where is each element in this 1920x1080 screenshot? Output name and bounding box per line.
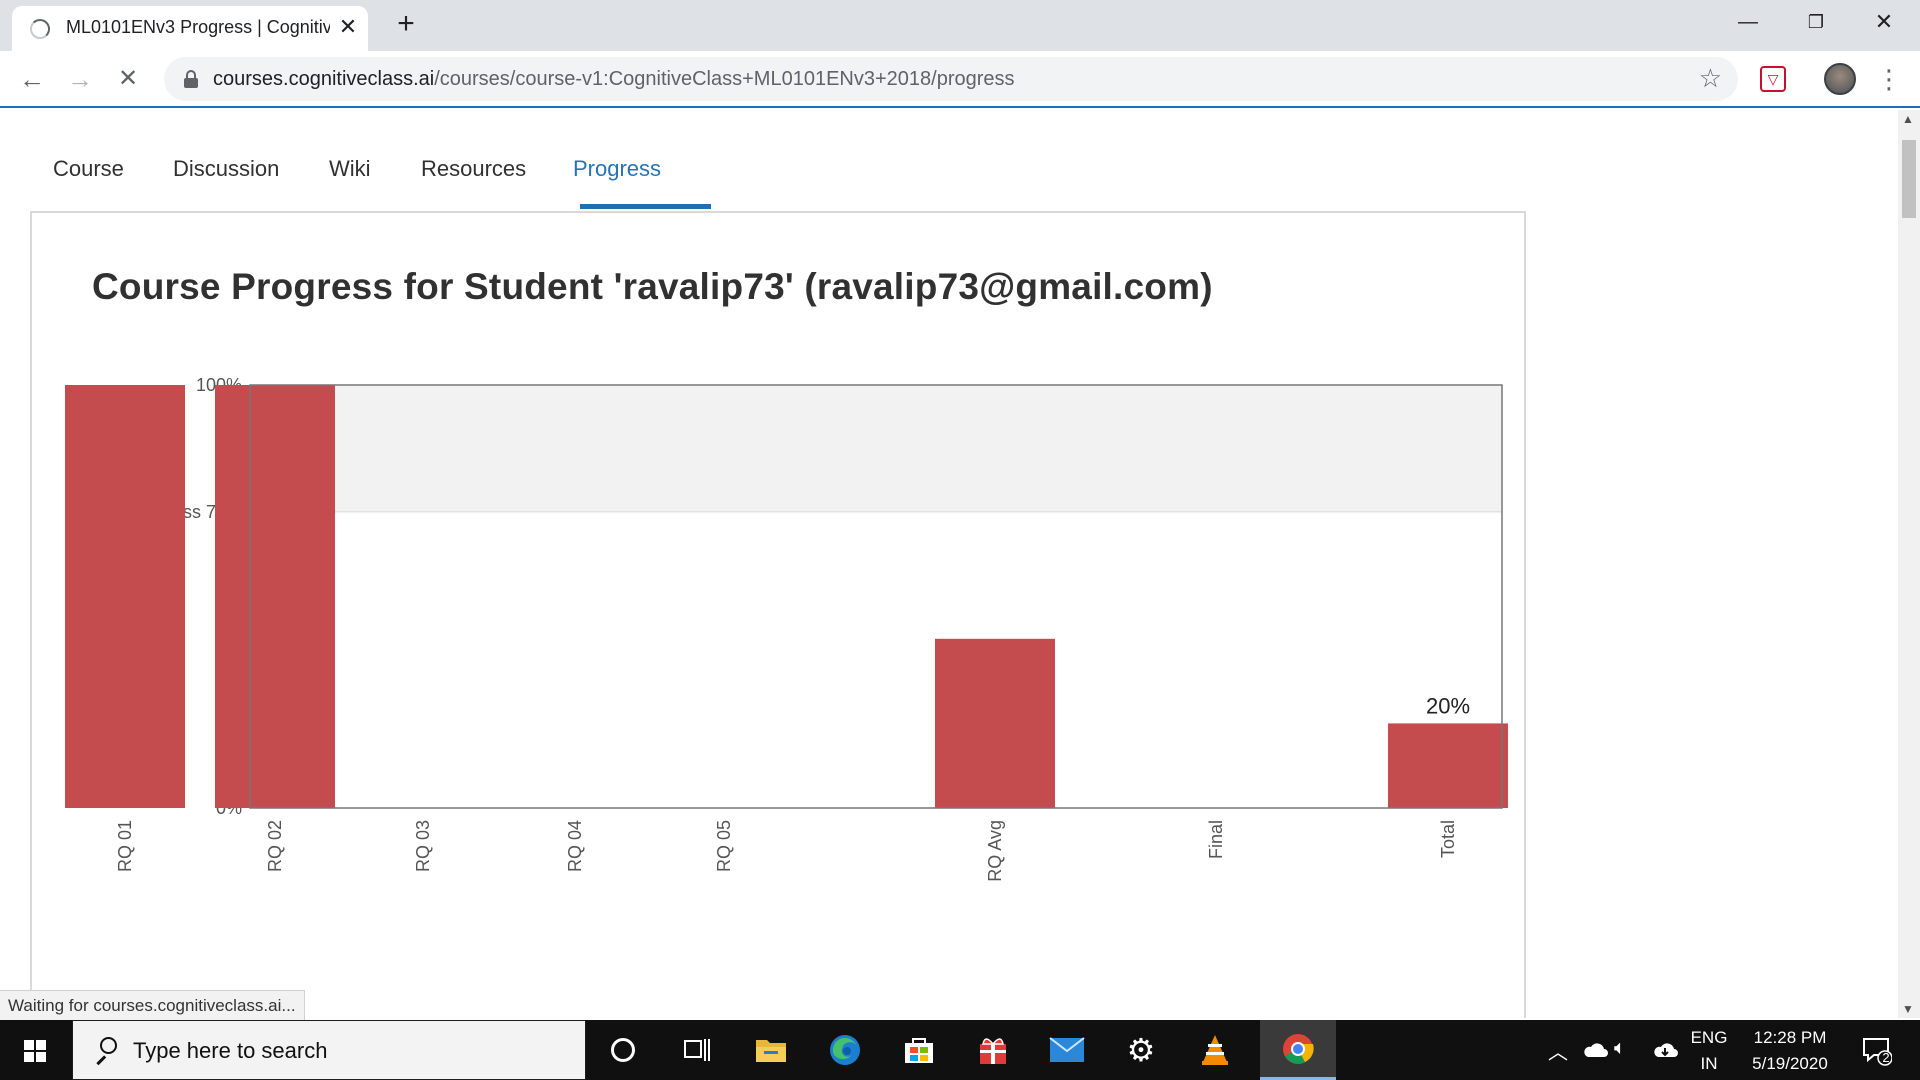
store-icon[interactable] [882,1020,956,1080]
bookmark-star-icon[interactable]: ☆ [1699,63,1722,94]
notification-center-icon[interactable]: 2 [1852,1020,1902,1080]
search-placeholder: Type here to search [133,1038,328,1063]
settings-icon[interactable]: ⚙ [1104,1020,1178,1080]
active-tab-indicator [580,204,711,209]
url-path: /courses/course-v1:CognitiveClass+ML0101… [434,68,1015,90]
screen: ML0101ENv3 Progress | Cognitive ✕ + — ❐ … [0,0,1920,1080]
x-tick-label: RQ 03 [413,820,433,872]
mail-icon[interactable] [1030,1020,1104,1080]
page-content: Course Discussion Wiki Resources Progres… [0,110,1898,1018]
tab-progress[interactable]: Progress [573,156,661,182]
start-button[interactable] [0,1020,70,1080]
tab-resources[interactable]: Resources [421,156,526,182]
url-host: courses.cognitiveclass.ai [213,68,435,90]
x-tick-label: RQ 04 [565,820,585,872]
x-tick-label: Final [1206,820,1226,859]
clock-time[interactable]: 12:28 PM [1740,1028,1840,1048]
bar-total [1388,723,1508,808]
window-close-icon[interactable]: ✕ [1854,4,1914,40]
show-hidden-icons-icon[interactable]: ︿ [1540,1020,1580,1080]
progress-panel: Course Progress for Student 'ravalip73' … [30,211,1526,1018]
chrome-icon[interactable] [1260,1020,1336,1080]
progress-bar-chart: 100%Pass 70%0%RQ 01RQ 02RQ 03RQ 04RQ 05R… [65,375,1508,882]
lock-icon [184,70,198,88]
browser-tab[interactable]: ML0101ENv3 Progress | Cognitive ✕ [12,6,368,51]
loading-status-bubble: Waiting for courses.cognitiveclass.ai... [0,990,305,1020]
gift-icon[interactable] [956,1020,1030,1080]
bar-rq-02 [215,385,335,808]
notification-count: 2 [1882,1050,1890,1065]
extension-icon[interactable]: ▽ [1760,66,1786,92]
scroll-up-arrow-icon[interactable]: ▲ [1902,112,1914,126]
language-code[interactable]: ENG [1684,1028,1734,1048]
browser-toolbar: ← → ✕ courses.cognitiveclass.ai/courses/… [0,51,1920,108]
pass-band [250,385,1502,512]
tab-course[interactable]: Course [53,156,124,182]
windows-logo-icon [24,1040,46,1062]
data-label: 20% [1426,693,1470,718]
x-tick-label: RQ Avg [985,820,1005,882]
onedrive-icon[interactable] [1578,1020,1612,1080]
tab-discussion[interactable]: Discussion [173,156,279,182]
restore-icon[interactable]: ❐ [1786,4,1846,40]
minimize-icon[interactable]: — [1718,4,1778,40]
x-tick-label: RQ 05 [714,820,734,872]
browser-tab-strip: ML0101ENv3 Progress | Cognitive ✕ + — ❐ … [0,0,1920,51]
profile-avatar[interactable] [1824,63,1856,95]
task-view-icon[interactable] [660,1020,734,1080]
browser-menu-icon[interactable]: ⋮ [1876,61,1902,97]
edge-icon[interactable] [808,1020,882,1080]
address-bar[interactable]: courses.cognitiveclass.ai/courses/course… [164,57,1738,101]
scroll-thumb[interactable] [1902,140,1916,218]
tab-wiki[interactable]: Wiki [329,156,371,182]
volume-icon[interactable]: 🔈︎ [1612,1020,1642,1080]
search-icon [91,1035,121,1065]
page-scrollbar[interactable]: ▲ ▼ [1898,110,1920,1018]
file-explorer-icon[interactable] [734,1020,808,1080]
close-tab-icon[interactable]: ✕ [337,15,359,39]
language-region[interactable]: IN [1684,1054,1734,1074]
x-tick-label: RQ 02 [265,820,285,872]
url-text[interactable]: courses.cognitiveclass.ai/courses/course… [213,68,1015,91]
back-arrow-icon[interactable]: ← [14,61,50,97]
clock-date[interactable]: 5/19/2020 [1740,1054,1840,1074]
tab-title: ML0101ENv3 Progress | Cognitive [66,17,330,37]
new-tab-icon[interactable]: + [390,8,422,40]
scroll-down-arrow-icon[interactable]: ▼ [1902,1002,1914,1016]
vlc-icon[interactable] [1178,1020,1252,1080]
taskbar-search-box[interactable]: Type here to search [72,1020,586,1080]
windows-taskbar: Type here to search ⚙ ︿ 🔈︎ ENG IN 12:28 … [0,1020,1920,1080]
x-tick-label: RQ 01 [115,820,135,872]
x-tick-label: Total [1438,820,1458,858]
forward-arrow-icon[interactable]: → [62,61,98,97]
loading-spinner-icon [30,19,50,39]
stop-loading-icon[interactable]: ✕ [110,61,146,97]
cloud-sync-icon[interactable] [1648,1020,1682,1080]
bar-rq-01 [65,385,185,808]
cortana-icon[interactable] [586,1020,660,1080]
bar-rq-avg [935,638,1055,808]
